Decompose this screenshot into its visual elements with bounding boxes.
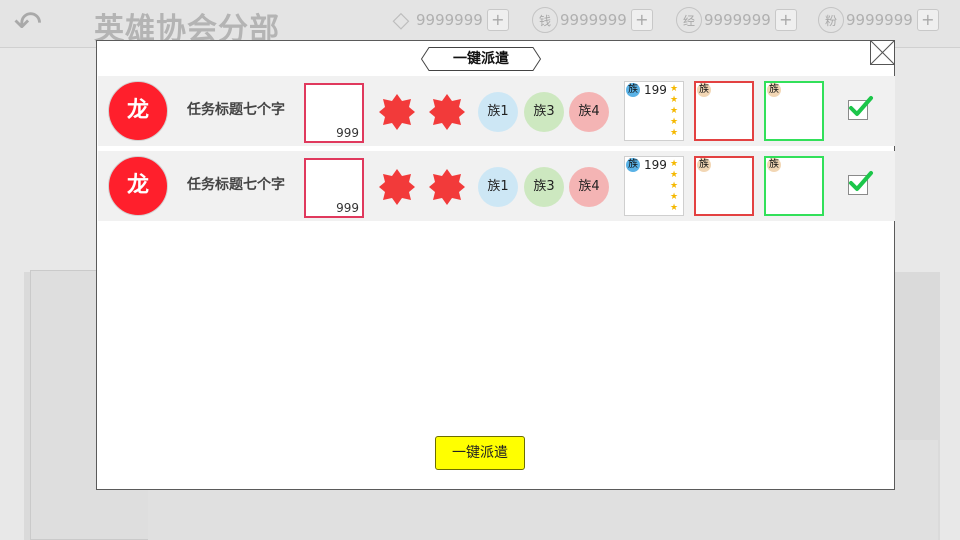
select-checkbox[interactable] — [848, 171, 873, 195]
reward-count: 999 — [336, 201, 359, 215]
checkmark-icon — [849, 96, 873, 116]
star-icon: ★ — [670, 106, 679, 116]
clan-badge-1: 族1 — [478, 167, 518, 207]
clan-tag-icon: 族 — [697, 158, 711, 172]
star-icon: ★ — [670, 117, 679, 127]
star-icon: ★ — [670, 203, 679, 213]
dispatch-dialog: 一键派遣 龙 任务标题七个字 999 族1 族3 族4 族 199 ★ ★ ★ ★ ★ … — [96, 40, 895, 490]
hero-slot-green[interactable]: 族 — [764, 156, 824, 216]
star-icon: ★ — [670, 159, 679, 169]
add-experience-button[interactable]: + — [774, 9, 797, 31]
dragon-avatar: 龙 — [108, 156, 168, 216]
currency-value: 9999999 — [846, 11, 913, 29]
reward-item-slot[interactable]: 999 — [304, 83, 364, 143]
add-powder-button[interactable]: + — [916, 9, 939, 31]
star-badge-icon — [429, 94, 465, 130]
clan-tag-icon: 族 — [626, 158, 640, 172]
clan-tag-icon: 族 — [626, 83, 640, 97]
currency-money: 钱 9999999 + — [532, 6, 653, 34]
hero-stars: ★ ★ ★ ★ ★ — [670, 84, 680, 139]
close-icon — [870, 40, 895, 65]
clan-badge-4: 族4 — [569, 167, 609, 207]
add-diamond-button[interactable]: + — [486, 9, 509, 31]
hero-slot-red[interactable]: 族 — [694, 81, 754, 141]
star-icon: ★ — [670, 95, 679, 105]
task-row: 龙 任务标题七个字 999 族1 族3 族4 族 199 ★ ★ ★ ★ ★ 族 族 — [98, 151, 895, 221]
currency-powder: 粉 9999999 + — [818, 6, 939, 34]
currency-value: 9999999 — [560, 11, 627, 29]
task-title: 任务标题七个字 — [187, 177, 285, 193]
one-click-dispatch-button[interactable]: 一键派遣 — [435, 436, 525, 470]
checkmark-icon — [849, 171, 873, 191]
currency-value: 9999999 — [416, 11, 483, 29]
hero-card[interactable]: 族 199 ★ ★ ★ ★ ★ — [624, 81, 684, 141]
dialog-title-plate: 一键派遣 — [421, 47, 541, 71]
hero-level: 199 — [644, 83, 667, 97]
clan-tag-icon: 族 — [767, 158, 781, 172]
select-checkbox[interactable] — [848, 96, 873, 120]
star-badge-icon — [379, 94, 415, 130]
star-icon: ★ — [670, 170, 679, 180]
clan-badge-3: 族3 — [524, 167, 564, 207]
task-row: 龙 任务标题七个字 999 族1 族3 族4 族 199 ★ ★ ★ ★ ★ 族 族 — [98, 76, 895, 146]
currency-diamond: ◇ 9999999 + — [388, 6, 509, 34]
clan-badge-1: 族1 — [478, 92, 518, 132]
star-badge-icon — [429, 169, 465, 205]
clan-badge-3: 族3 — [524, 92, 564, 132]
clan-badge-4: 族4 — [569, 92, 609, 132]
clan-tag-icon: 族 — [767, 83, 781, 97]
task-title: 任务标题七个字 — [187, 102, 285, 118]
experience-icon: 经 — [676, 7, 702, 33]
reward-item-slot[interactable]: 999 — [304, 158, 364, 218]
close-button[interactable] — [870, 40, 895, 65]
currency-value: 9999999 — [704, 11, 771, 29]
hero-level: 199 — [644, 158, 667, 172]
hero-stars: ★ ★ ★ ★ ★ — [670, 159, 680, 214]
hero-slot-green[interactable]: 族 — [764, 81, 824, 141]
star-icon: ★ — [670, 181, 679, 191]
powder-icon: 粉 — [818, 7, 844, 33]
clan-tag-icon: 族 — [697, 83, 711, 97]
star-badge-icon — [379, 169, 415, 205]
hero-slot-red[interactable]: 族 — [694, 156, 754, 216]
back-arrow-icon[interactable]: ↶ — [8, 6, 48, 42]
star-icon: ★ — [670, 128, 679, 138]
hero-card[interactable]: 族 199 ★ ★ ★ ★ ★ — [624, 156, 684, 216]
star-icon: ★ — [670, 84, 679, 94]
currency-experience: 经 9999999 + — [676, 6, 797, 34]
add-money-button[interactable]: + — [630, 9, 653, 31]
diamond-icon: ◇ — [392, 7, 410, 33]
reward-count: 999 — [336, 126, 359, 140]
money-icon: 钱 — [532, 7, 558, 33]
dragon-avatar: 龙 — [108, 81, 168, 141]
star-icon: ★ — [670, 192, 679, 202]
dialog-title: 一键派遣 — [453, 51, 509, 67]
